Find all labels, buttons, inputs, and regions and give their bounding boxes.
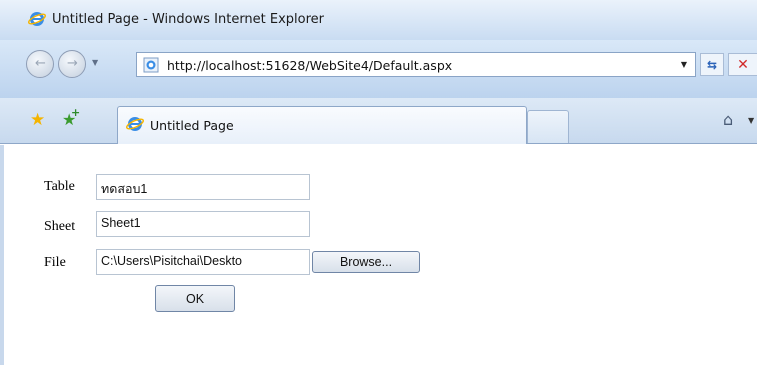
recent-pages-dropdown-icon[interactable]: ▼ [92,58,98,67]
back-button[interactable]: ← [26,50,54,78]
window-title: Untitled Page - Windows Internet Explore… [52,12,325,27]
address-bar-area: ← → ▼ http://localhost:51628/WebSite4/De… [0,40,757,98]
forward-button[interactable]: → [58,50,86,78]
internet-explorer-icon [126,117,144,131]
table-input[interactable]: ทดสอบ1 [96,174,310,200]
back-arrow-icon: ← [35,56,46,71]
refresh-button[interactable]: ⇆ [700,53,724,76]
sheet-label: Sheet [44,219,76,234]
url-dropdown-icon[interactable]: ▼ [681,60,687,69]
page-icon [143,57,159,73]
internet-explorer-icon [28,12,46,26]
window-titlebar: Untitled Page - Windows Internet Explore… [0,0,757,40]
file-label: File [44,255,66,270]
stop-button[interactable]: ✕ [728,53,757,76]
stop-icon: ✕ [737,56,749,73]
table-label: Table [44,179,75,194]
tab-label: Untitled Page [150,118,234,133]
browse-button[interactable]: Browse... [312,251,420,273]
refresh-icon: ⇆ [706,57,718,72]
sheet-input[interactable]: Sheet1 [96,211,310,237]
tab-bar: ★ ★ Untitled Page ⌂ ▼ [0,98,757,144]
forward-arrow-icon: → [67,56,78,71]
favorites-star-icon[interactable]: ★ [30,110,45,130]
url-text: http://localhost:51628/WebSite4/Default.… [167,58,453,73]
page-content: Table ทดสอบ1 Sheet Sheet1 File C:\Users\… [0,145,757,365]
ok-button[interactable]: OK [155,285,235,312]
url-input[interactable]: http://localhost:51628/WebSite4/Default.… [136,52,696,77]
file-path-input[interactable]: C:\Users\Pisitchai\Deskto [96,249,310,275]
home-icon[interactable]: ⌂ [723,110,733,129]
home-dropdown-icon[interactable]: ▼ [748,116,754,125]
new-tab-button[interactable] [527,110,569,143]
add-favorites-icon[interactable]: ★ [62,106,81,129]
tab-untitled-page[interactable]: Untitled Page [117,106,527,144]
